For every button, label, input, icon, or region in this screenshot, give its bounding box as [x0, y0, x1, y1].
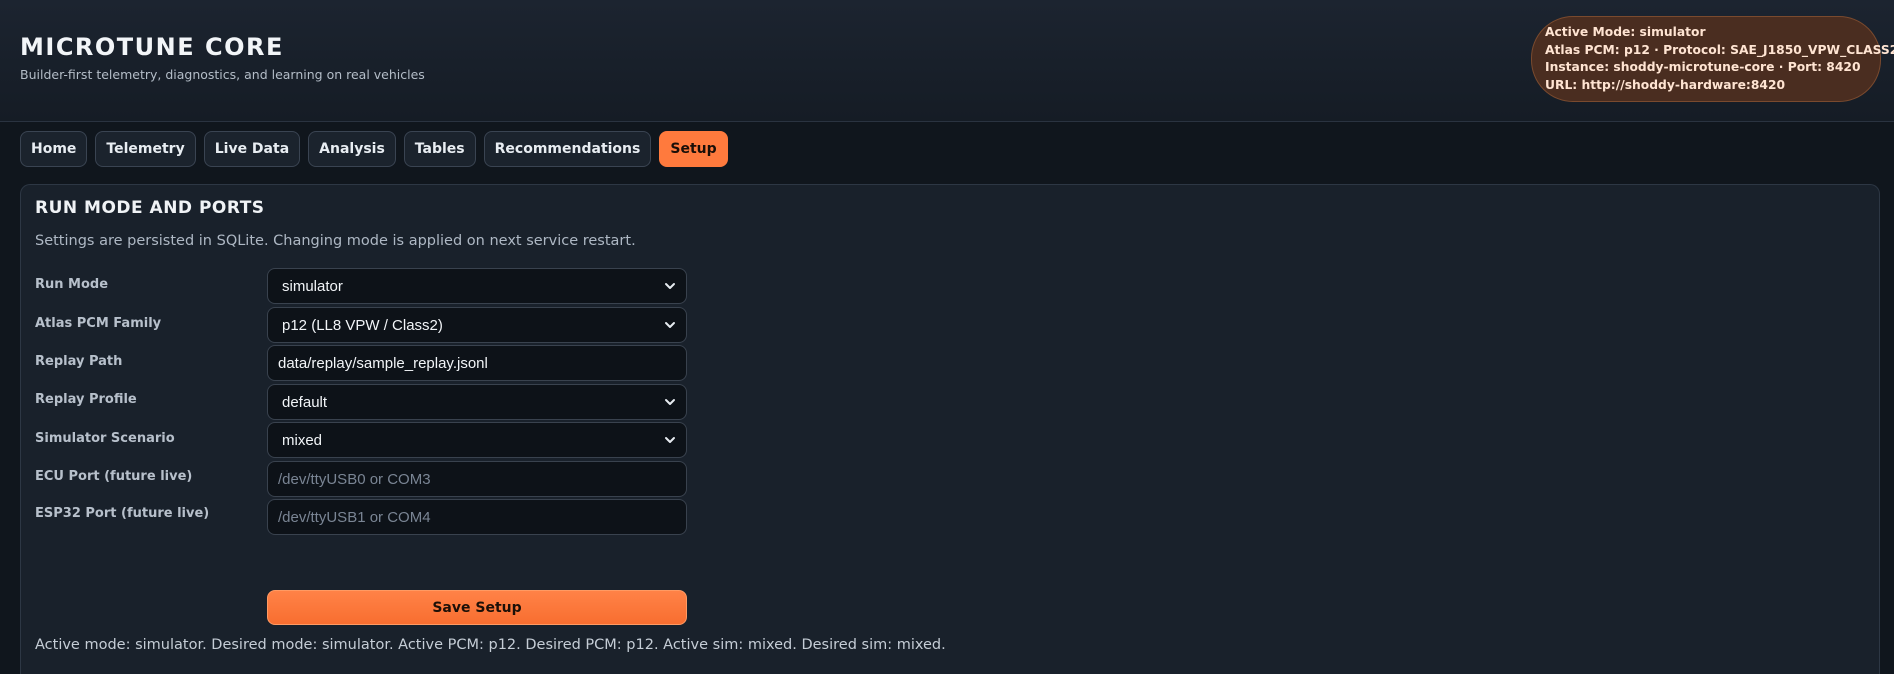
replay-profile-value: default	[282, 393, 328, 411]
replay-path-label: Replay Path	[35, 354, 123, 369]
status-url: URL: http://shoddy-hardware:8420	[1545, 77, 1786, 92]
ecu-port-placeholder: /dev/ttyUSB0 or COM3	[278, 470, 431, 488]
pcm-family-value: p12 (LL8 VPW / Class2)	[282, 316, 443, 334]
replay-profile-label: Replay Profile	[35, 392, 137, 407]
status-atlas-pcm: Atlas PCM: p12 · Protocol: SAE_J1850_VPW…	[1545, 42, 1894, 57]
chevron-down-icon	[665, 437, 675, 443]
tab-home[interactable]: Home	[20, 131, 88, 167]
tab-live-data[interactable]: Live Data	[203, 131, 301, 167]
ecu-port-input[interactable]: /dev/ttyUSB0 or COM3	[267, 461, 687, 497]
simulator-scenario-label: Simulator Scenario	[35, 431, 175, 446]
status-instance: Instance: shoddy-microtune-core · Port: …	[1545, 60, 1861, 74]
setup-status-text: Active mode: simulator. Desired mode: si…	[35, 637, 946, 653]
main-nav: Home Telemetry Live Data Analysis Tables…	[20, 131, 728, 167]
run-mode-select[interactable]: simulator	[267, 268, 687, 304]
app-subtitle: Builder-first telemetry, diagnostics, an…	[20, 67, 425, 82]
replay-path-input[interactable]: data/replay/sample_replay.jsonl	[267, 345, 687, 381]
chevron-down-icon	[665, 283, 675, 289]
esp32-port-input[interactable]: /dev/ttyUSB1 or COM4	[267, 499, 687, 535]
app-header: MICROTUNE CORE Builder-first telemetry, …	[0, 0, 1894, 122]
run-mode-label: Run Mode	[35, 277, 109, 292]
status-badge: Active Mode: simulator Atlas PCM: p12 · …	[1531, 16, 1894, 102]
tab-setup[interactable]: Setup	[659, 131, 728, 167]
save-setup-button[interactable]: Save Setup	[267, 590, 687, 625]
replay-profile-select[interactable]: default	[267, 384, 687, 420]
ecu-port-label: ECU Port (future live)	[35, 469, 193, 484]
panel-title: RUN MODE AND PORTS	[35, 198, 265, 218]
tab-tables[interactable]: Tables	[403, 131, 476, 167]
chevron-down-icon	[665, 322, 675, 328]
pcm-family-select[interactable]: p12 (LL8 VPW / Class2)	[267, 307, 687, 343]
esp32-port-label: ESP32 Port (future live)	[35, 506, 210, 521]
replay-path-value: data/replay/sample_replay.jsonl	[278, 354, 488, 372]
simulator-scenario-value: mixed	[282, 431, 323, 449]
esp32-port-placeholder: /dev/ttyUSB1 or COM4	[278, 508, 431, 526]
panel-description: Settings are persisted in SQLite. Changi…	[35, 233, 636, 249]
pcm-family-label: Atlas PCM Family	[35, 316, 162, 331]
run-mode-value: simulator	[282, 277, 343, 295]
tab-recommendations[interactable]: Recommendations	[483, 131, 652, 167]
app-title: MICROTUNE CORE	[20, 33, 284, 61]
chevron-down-icon	[665, 399, 675, 405]
simulator-scenario-select[interactable]: mixed	[267, 422, 687, 458]
tab-telemetry[interactable]: Telemetry	[95, 131, 196, 167]
status-active-mode: Active Mode: simulator	[1545, 25, 1706, 39]
tab-analysis[interactable]: Analysis	[308, 131, 396, 167]
setup-panel: RUN MODE AND PORTS Settings are persiste…	[20, 184, 1880, 674]
